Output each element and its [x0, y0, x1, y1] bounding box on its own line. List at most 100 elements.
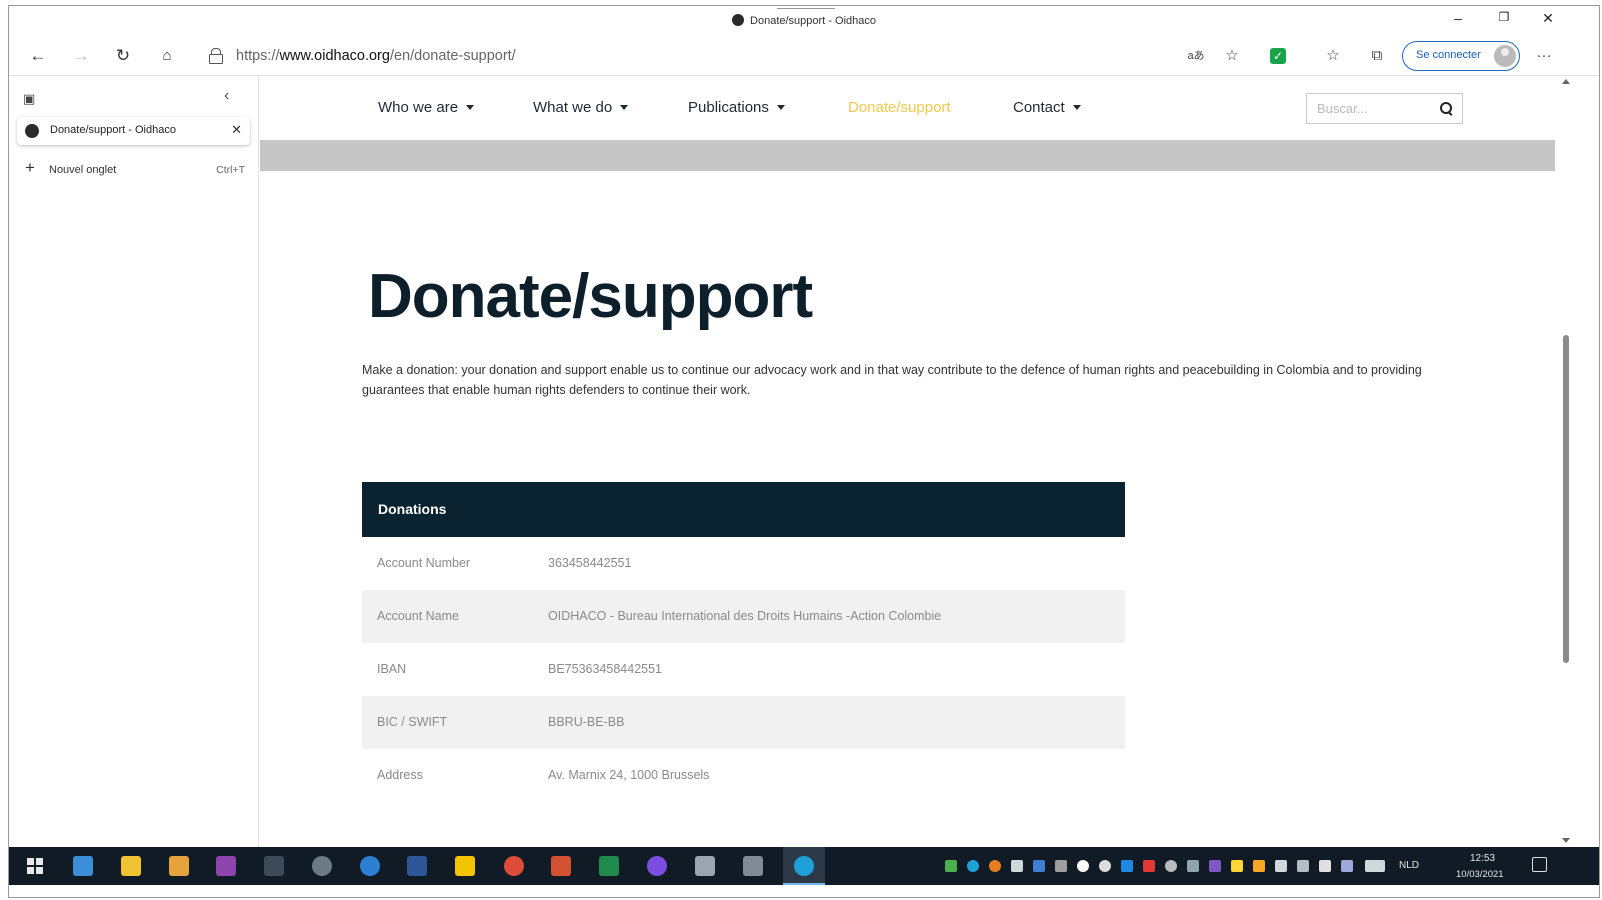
extension-check-icon[interactable]: ✓ [1270, 48, 1286, 64]
row-label: BIC / SWIFT [377, 715, 448, 729]
search-input[interactable] [1307, 94, 1432, 123]
site-search[interactable] [1306, 93, 1463, 124]
scroll-down-icon[interactable] [1562, 838, 1570, 843]
language-indicator[interactable]: NLD [1399, 860, 1419, 871]
home-icon[interactable]: ⌂ [154, 44, 180, 68]
taskbar-app-icon[interactable] [169, 856, 189, 876]
internet-explorer-icon[interactable] [360, 856, 380, 876]
collapse-sidebar-icon[interactable]: ‹ [224, 87, 229, 105]
taskbar-app-icon[interactable] [695, 856, 715, 876]
lock-icon[interactable] [209, 48, 223, 64]
tray-icon[interactable] [945, 860, 957, 872]
close-tab-icon[interactable]: ✕ [231, 122, 242, 138]
powerpoint-icon[interactable] [551, 856, 571, 876]
refresh-icon[interactable]: ↻ [110, 44, 136, 68]
tray-icon[interactable] [1253, 860, 1265, 872]
donations-table: Donations Account Number 363458442551 Ac… [362, 482, 1125, 802]
table-row: Account Name OIDHACO - Bureau Internatio… [362, 590, 1125, 643]
taskbar-app-icon[interactable] [73, 856, 93, 876]
battery-icon[interactable] [1297, 860, 1309, 872]
tray-icon[interactable] [1099, 860, 1111, 872]
back-arrow-icon[interactable]: ← [25, 44, 51, 68]
tray-icon[interactable] [1209, 860, 1221, 872]
browser-window: Donate/support - Oidhaco – ❐ ✕ ← → ↻ ⌂ h… [8, 5, 1600, 898]
restore-icon[interactable]: ❐ [1489, 10, 1519, 24]
page-title: Donate/support [368, 262, 813, 331]
url-text[interactable]: https://www.oidhaco.org/en/donate-suppor… [236, 48, 516, 64]
onedrive-icon[interactable] [1077, 860, 1089, 872]
excel-icon[interactable] [599, 856, 619, 876]
word-icon[interactable] [407, 856, 427, 876]
address-bar[interactable]: https://www.oidhaco.org/en/donate-suppor… [201, 42, 1391, 70]
tray-icon[interactable] [1187, 860, 1199, 872]
row-label: Account Name [377, 609, 459, 623]
tray-icon[interactable] [1341, 860, 1353, 872]
nav-who-we-are[interactable]: Who we are [378, 99, 475, 116]
title-bar-handle [777, 6, 835, 9]
tray-icon[interactable] [1033, 860, 1045, 872]
messenger-icon[interactable] [647, 856, 667, 876]
tray-icon[interactable] [1143, 860, 1155, 872]
tray-icon[interactable] [1165, 860, 1177, 872]
search-icon[interactable] [1440, 102, 1452, 114]
close-icon[interactable]: ✕ [1533, 10, 1563, 27]
scroll-thumb[interactable] [1563, 335, 1569, 663]
tab-title: Donate/support - Oidhaco [50, 124, 176, 136]
chrome-icon[interactable] [504, 856, 524, 876]
windows-start-icon[interactable] [27, 858, 43, 874]
tray-icon[interactable] [967, 860, 979, 872]
new-tab-label: Nouvel onglet [49, 164, 117, 176]
keyboard-icon[interactable] [1365, 860, 1385, 872]
read-aloud-icon[interactable]: aあ [1185, 45, 1207, 67]
taskbar-app-icon[interactable] [264, 856, 284, 876]
site-favicon-icon [732, 14, 745, 26]
taskbar-app-icon[interactable] [312, 856, 332, 876]
nav-what-we-do[interactable]: What we do [533, 99, 629, 116]
tray-icon[interactable] [1121, 860, 1133, 872]
caret-down-icon [1072, 105, 1081, 110]
nav-publications[interactable]: Publications [688, 99, 785, 116]
tab-favicon-icon [25, 124, 39, 138]
forward-arrow-icon[interactable]: → [68, 44, 94, 68]
caret-down-icon [466, 105, 475, 110]
web-page: Who we are What we do Publications Donat… [260, 77, 1560, 847]
onenote-icon[interactable] [216, 856, 236, 876]
tray-icon[interactable] [1055, 860, 1067, 872]
volume-icon[interactable] [1319, 860, 1331, 872]
tab-donate-support[interactable]: Donate/support - Oidhaco ✕ [17, 117, 250, 145]
intro-paragraph: Make a donation: your donation and suppo… [362, 363, 1422, 397]
more-menu-icon[interactable]: ··· [1533, 45, 1555, 67]
table-row: IBAN BE75363458442551 [362, 643, 1125, 696]
add-favorite-icon[interactable]: ☆ [1221, 45, 1243, 67]
new-tab-button[interactable]: + Nouvel onglet Ctrl+T [23, 158, 245, 183]
taskbar-app-icon[interactable] [743, 856, 763, 876]
edge-taskbar-button[interactable] [783, 847, 825, 885]
donations-header: Donations [362, 482, 1125, 537]
nav-contact[interactable]: Contact [1013, 99, 1081, 116]
nav-donate-support[interactable]: Donate/support [848, 99, 951, 116]
favorites-icon[interactable]: ☆ [1322, 45, 1344, 67]
tab-actions-icon[interactable]: ▣ [23, 91, 35, 107]
collections-icon[interactable]: ⧉ [1366, 45, 1388, 67]
table-row: Address Av. Marnix 24, 1000 Brussels [362, 749, 1125, 802]
clock-date[interactable]: 10/03/2021 [1456, 869, 1504, 880]
scroll-up-icon[interactable] [1562, 79, 1570, 84]
tray-icon[interactable] [1011, 860, 1023, 872]
profile-signin-label: Se connecter [1416, 49, 1481, 61]
row-value: OIDHACO - Bureau International des Droit… [548, 609, 942, 623]
row-value: Av. Marnix 24, 1000 Brussels [548, 768, 710, 782]
tray-icon[interactable] [1231, 860, 1243, 872]
profile-signin-button[interactable]: Se connecter [1402, 41, 1520, 71]
plus-icon: + [25, 158, 35, 177]
file-explorer-icon[interactable] [121, 856, 141, 876]
minimize-icon[interactable]: – [1443, 10, 1473, 26]
notification-icon[interactable] [1532, 857, 1547, 872]
table-row: BIC / SWIFT BBRU-BE-BB [362, 696, 1125, 749]
page-scrollbar[interactable] [1560, 77, 1572, 847]
sticky-notes-icon[interactable] [455, 856, 475, 876]
row-label: Account Number [377, 556, 471, 570]
clock-time[interactable]: 12:53 [1470, 853, 1495, 864]
tray-icon[interactable] [989, 860, 1001, 872]
network-icon[interactable] [1275, 860, 1287, 872]
windows-taskbar: NLD 12:53 10/03/2021 [9, 847, 1599, 885]
